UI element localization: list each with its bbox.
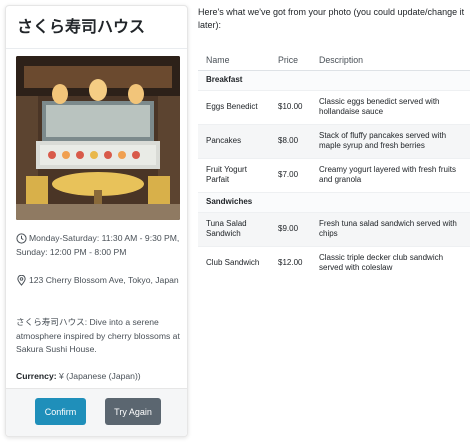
currency-value: ¥ (Japanese (Japan)) — [58, 371, 141, 381]
category-row-breakfast: Breakfast — [198, 69, 470, 90]
currency-label: Currency: — [16, 371, 57, 381]
try-again-button[interactable]: Try Again — [105, 398, 161, 425]
item-description: Creamy yogurt layered with fresh fruits … — [311, 157, 470, 192]
item-description: Classic triple decker club sandwich serv… — [311, 245, 470, 280]
restaurant-description: さくら寿司ハウス: Dive into a serene atmosphere … — [16, 317, 180, 354]
item-price: $12.00 — [270, 245, 311, 280]
item-description: Stack of fluffy pancakes served with map… — [311, 123, 470, 158]
item-price: $8.00 — [270, 123, 311, 158]
confirm-button[interactable]: Confirm — [35, 398, 86, 425]
item-name: Club Sandwich — [198, 245, 270, 280]
item-name: Pancakes — [198, 123, 270, 158]
hours-row: Monday-Saturday: 11:30 AM - 9:30 PM, Sun… — [16, 232, 181, 259]
category-row-sandwiches: Sandwiches — [198, 191, 470, 212]
header-price: Price — [270, 50, 311, 71]
menu-item-row[interactable]: Tuna Salad Sandwich $9.00 Fresh tuna sal… — [198, 211, 470, 246]
item-price: $9.00 — [270, 211, 311, 246]
title-divider — [6, 48, 187, 49]
hours-text: Monday-Saturday: 11:30 AM - 9:30 PM, Sun… — [16, 233, 180, 257]
category-name: Breakfast — [198, 69, 470, 90]
item-description: Classic eggs benedict served with hollan… — [311, 89, 470, 124]
intro-text: Here's what we've got from your photo (y… — [198, 7, 465, 30]
currency-row: Currency: ¥ (Japanese (Japan)) — [16, 371, 181, 381]
address-row: 123 Cherry Blossom Ave, Tokyo, Japan — [16, 274, 181, 288]
item-description: Fresh tuna salad sandwich served with ch… — [311, 211, 470, 246]
address-text: 123 Cherry Blossom Ave, Tokyo, Japan — [29, 275, 179, 285]
menu-item-row[interactable]: Pancakes $8.00 Stack of fluffy pancakes … — [198, 123, 470, 158]
menu-item-row[interactable]: Eggs Benedict $10.00 Classic eggs benedi… — [198, 89, 470, 124]
menu-table: Name Price Description Breakfast Eggs Be… — [198, 50, 470, 280]
header-name: Name — [198, 50, 270, 71]
item-price: $7.00 — [270, 157, 311, 192]
clock-icon — [16, 233, 27, 244]
item-name: Eggs Benedict — [198, 89, 270, 124]
header-description: Description — [311, 50, 470, 71]
item-price: $10.00 — [270, 89, 311, 124]
menu-header-row: Name Price Description — [198, 50, 470, 71]
item-name: Tuna Salad Sandwich — [198, 211, 270, 246]
restaurant-name: さくら寿司ハウス — [17, 19, 146, 36]
menu-item-row[interactable]: Fruit Yogurt Parfait $7.00 Creamy yogurt… — [198, 157, 470, 192]
restaurant-card: さくら寿司ハウス Monday-Saturday: 11:30 AM - 9:3… — [5, 5, 188, 437]
menu-item-row[interactable]: Club Sandwich $12.00 Classic triple deck… — [198, 245, 470, 280]
card-footer: Confirm Try Again — [6, 388, 187, 436]
restaurant-photo — [16, 56, 180, 220]
map-pin-icon — [17, 275, 26, 286]
item-name: Fruit Yogurt Parfait — [198, 157, 270, 192]
category-name: Sandwiches — [198, 191, 470, 212]
